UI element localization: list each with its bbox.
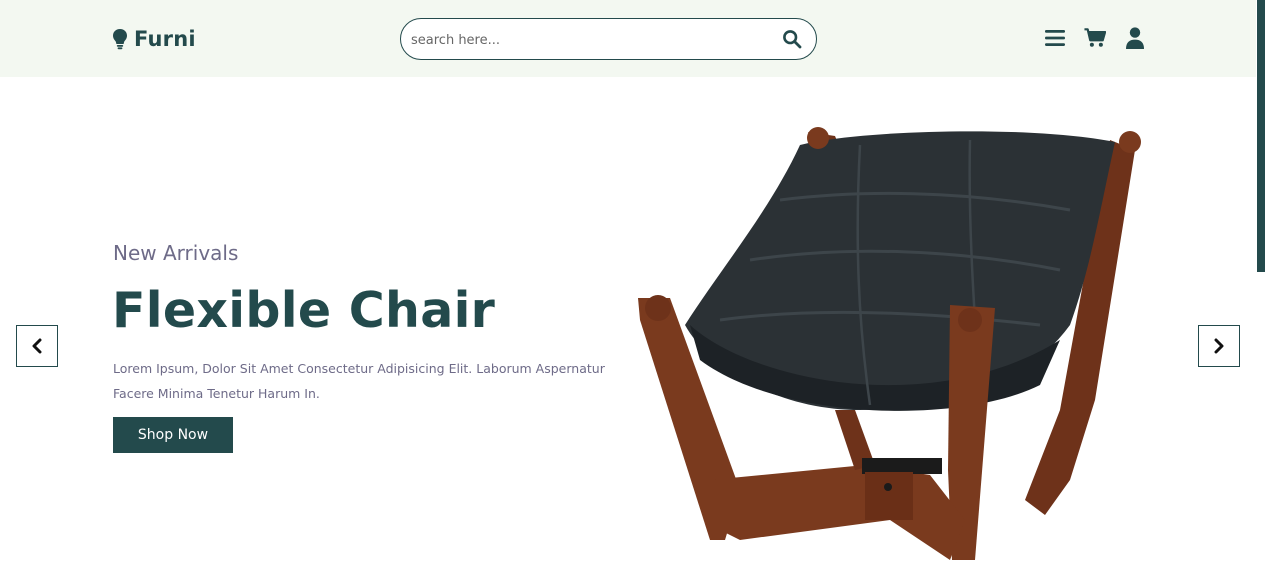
site-header: Furni bbox=[0, 0, 1256, 77]
shop-now-button[interactable]: Shop Now bbox=[113, 417, 233, 453]
hero-description: Lorem Ipsum, Dolor Sit Amet Consectetur … bbox=[113, 361, 605, 401]
chevron-left-icon bbox=[31, 338, 43, 354]
hero-title: Flexible Chair bbox=[112, 282, 496, 339]
search-input[interactable] bbox=[411, 29, 771, 51]
page-scrollbar[interactable] bbox=[1256, 0, 1265, 580]
chair-image bbox=[630, 120, 1150, 565]
lightbulb-icon bbox=[112, 28, 128, 50]
logo-text: Furni bbox=[134, 27, 196, 51]
search-box bbox=[400, 18, 817, 60]
search-icon[interactable] bbox=[782, 29, 802, 49]
logo[interactable]: Furni bbox=[112, 26, 196, 52]
user-icon[interactable] bbox=[1124, 26, 1146, 50]
cart-icon[interactable] bbox=[1084, 26, 1106, 50]
hero-eyebrow: New Arrivals bbox=[113, 241, 239, 265]
slider-next-button[interactable] bbox=[1198, 325, 1240, 367]
page: Furni search here... New Arrivals Flexib… bbox=[0, 0, 1265, 580]
chevron-right-icon bbox=[1213, 338, 1225, 354]
scrollbar-thumb[interactable] bbox=[1257, 0, 1265, 272]
header-actions bbox=[1044, 25, 1146, 51]
slider-prev-button[interactable] bbox=[16, 325, 58, 367]
menu-icon[interactable] bbox=[1044, 26, 1066, 50]
